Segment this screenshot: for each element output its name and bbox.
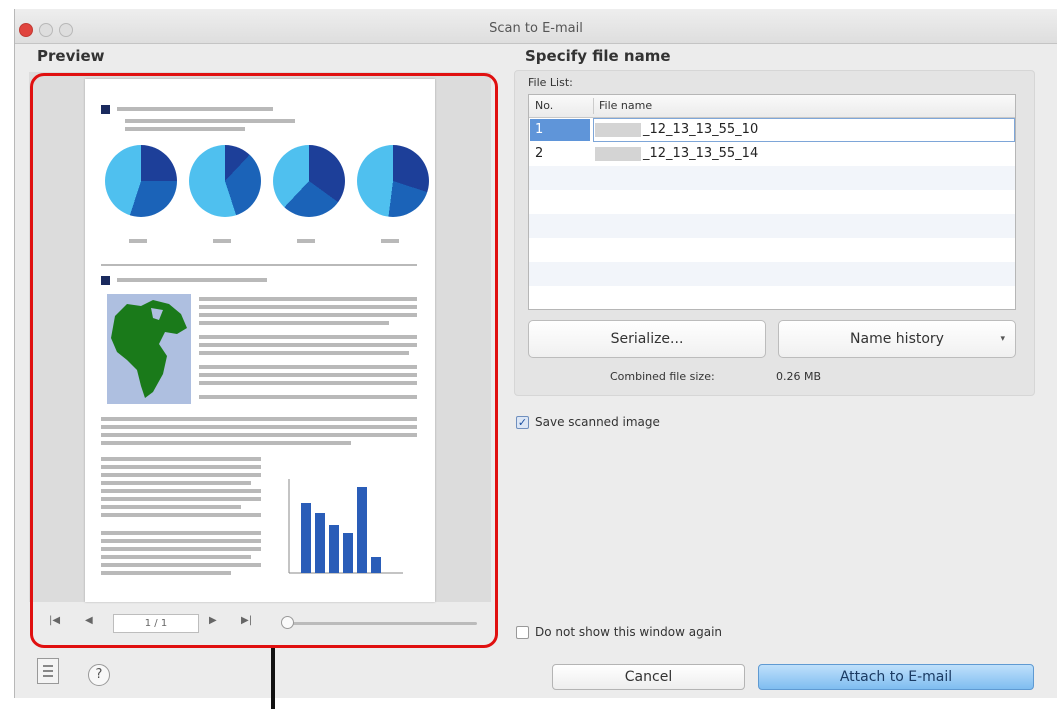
preview-title: Preview [37, 47, 105, 65]
dropdown-arrow-icon: ▾ [1000, 334, 1005, 344]
text-line [199, 381, 417, 385]
empty-row [529, 190, 1015, 214]
text-line [101, 497, 261, 501]
file-name-cell: _12_13_13_55_10 [595, 122, 758, 137]
text-line [199, 305, 417, 309]
column-separator [593, 98, 594, 114]
column-header-no[interactable]: No. [535, 99, 553, 112]
text-line [199, 351, 409, 355]
empty-row [529, 166, 1015, 190]
empty-row [529, 238, 1015, 262]
heading-marker [101, 276, 110, 285]
name-history-label: Name history [850, 331, 944, 347]
table-header: No. File name [529, 95, 1015, 118]
text-line [101, 481, 251, 485]
pie-chart-image [189, 145, 261, 217]
first-page-icon[interactable]: |◀ [49, 615, 60, 626]
text-line [101, 563, 261, 567]
row-number: 2 [535, 146, 544, 161]
scanned-page-thumbnail [85, 79, 435, 602]
table-row[interactable]: 1 _12_13_13_55_10 [529, 118, 1015, 142]
pie-chart-image [105, 145, 177, 217]
redacted-prefix [595, 122, 641, 137]
save-scanned-image-label[interactable]: Save scanned image [535, 415, 660, 429]
text-line [117, 107, 273, 111]
map-image [107, 294, 191, 404]
name-history-button[interactable]: Name history ▾ [778, 320, 1016, 358]
do-not-show-again-label[interactable]: Do not show this window again [535, 625, 722, 639]
save-scanned-image-checkbox[interactable]: ✓ [516, 416, 529, 429]
text-line [297, 239, 315, 243]
previous-page-icon[interactable]: ◀ [85, 615, 93, 626]
page-number-field[interactable]: 1 / 1 [113, 614, 199, 633]
file-name-text: _12_13_13_55_10 [643, 122, 759, 137]
text-line [199, 395, 417, 399]
row-number: 1 [535, 122, 544, 137]
text-line [101, 441, 351, 445]
divider [101, 264, 417, 266]
window-title: Scan to E-mail [489, 21, 583, 36]
text-line [199, 313, 417, 317]
file-list-table: No. File name 1 _12_13_13_55_10 2 _12_13… [528, 94, 1016, 310]
text-line [199, 373, 417, 377]
table-row[interactable]: 2 _12_13_13_55_14 [529, 142, 1015, 166]
cancel-button[interactable]: Cancel [552, 664, 745, 690]
combined-size-label: Combined file size: [610, 370, 715, 383]
text-line [101, 539, 261, 543]
text-line [117, 278, 267, 282]
text-line [101, 433, 417, 437]
text-line [199, 343, 417, 347]
combined-size-value: 0.26 MB [776, 370, 822, 383]
text-line [101, 425, 417, 429]
next-page-icon[interactable]: ▶ [209, 615, 217, 626]
title-bar: Scan to E-mail [15, 9, 1057, 44]
text-line [101, 465, 261, 469]
text-line [199, 297, 417, 301]
specify-file-name-title: Specify file name [525, 47, 671, 65]
text-line [381, 239, 399, 243]
callout-pointer-line [271, 648, 275, 709]
text-line [101, 547, 261, 551]
text-line [199, 365, 417, 369]
text-line [101, 505, 241, 509]
text-line [101, 531, 261, 535]
text-line [101, 473, 261, 477]
page-navigation-bar: |◀ ◀ 1 / 1 ▶ ▶| [29, 612, 491, 634]
text-line [101, 571, 231, 575]
help-icon[interactable]: ? [88, 664, 110, 686]
empty-row [529, 262, 1015, 286]
text-line [199, 335, 417, 339]
file-name-cell: _12_13_13_55_14 [595, 146, 758, 161]
do-not-show-again-checkbox[interactable] [516, 626, 529, 639]
redacted-prefix [595, 146, 641, 161]
text-line [101, 489, 261, 493]
text-line [129, 239, 147, 243]
text-line [101, 417, 417, 421]
column-header-file-name[interactable]: File name [599, 99, 652, 112]
document-list-icon[interactable] [37, 658, 59, 684]
attach-to-email-button[interactable]: Attach to E-mail [758, 664, 1034, 690]
pie-chart-image [273, 145, 345, 217]
text-line [199, 321, 389, 325]
last-page-icon[interactable]: ▶| [241, 615, 252, 626]
text-line [101, 457, 261, 461]
preview-pane[interactable] [29, 72, 491, 602]
bar-chart-image [285, 477, 405, 577]
text-line [125, 119, 295, 123]
text-line [101, 513, 261, 517]
serialize-button[interactable]: Serialize... [528, 320, 766, 358]
heading-marker [101, 105, 110, 114]
empty-row [529, 286, 1015, 309]
empty-row [529, 214, 1015, 238]
text-line [125, 127, 245, 131]
zoom-slider-knob[interactable] [281, 616, 294, 629]
file-list-label: File List: [528, 76, 573, 89]
file-name-text: _12_13_13_55_14 [643, 146, 759, 161]
text-line [213, 239, 231, 243]
pie-chart-image [357, 145, 429, 217]
text-line [101, 555, 251, 559]
zoom-slider[interactable] [283, 622, 477, 625]
